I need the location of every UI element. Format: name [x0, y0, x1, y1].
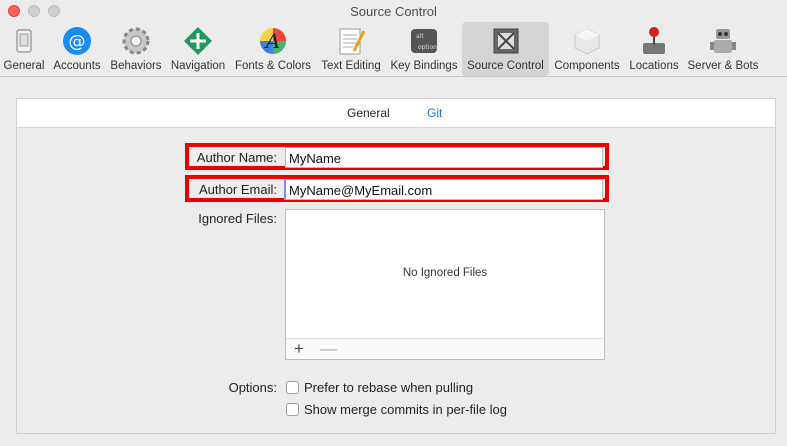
rebase-checkbox[interactable] — [286, 381, 299, 394]
ignored-files-label: Ignored Files: — [198, 211, 277, 226]
components-icon — [570, 24, 604, 58]
tab-bar: General Git — [17, 99, 775, 128]
toolbar-item-components[interactable]: Components — [551, 22, 623, 76]
toolbar-item-general[interactable]: General — [2, 22, 46, 76]
preferences-toolbar: General @ Accounts Behaviors Navigation … — [0, 22, 787, 76]
source-control-panel: General Git Author Name: MyName Author E… — [16, 98, 776, 434]
rebase-option-label[interactable]: Prefer to rebase when pulling — [304, 380, 473, 395]
window-title: Source Control — [350, 4, 437, 19]
source-control-icon — [489, 24, 523, 58]
text-editing-icon — [334, 24, 368, 58]
author-name-field[interactable]: MyName — [285, 147, 603, 168]
toolbar-item-behaviors[interactable]: Behaviors — [108, 22, 164, 76]
accounts-at-icon: @ — [60, 24, 94, 58]
toolbar-item-key-bindings[interactable]: alt option Key Bindings — [388, 22, 460, 76]
svg-text:A: A — [264, 29, 280, 53]
svg-text:option: option — [418, 44, 437, 51]
locations-joystick-icon — [637, 24, 671, 58]
title-bar: Source Control — [0, 0, 787, 22]
navigation-arrows-icon — [181, 24, 215, 58]
author-email-label: Author Email: — [198, 182, 277, 197]
svg-text:alt: alt — [416, 33, 424, 40]
author-name-label: Author Name: — [196, 150, 277, 165]
fonts-colors-icon: A — [256, 24, 290, 58]
toolbar-item-accounts[interactable]: @ Accounts — [50, 22, 104, 76]
general-switch-icon — [7, 24, 41, 58]
tab-general[interactable]: General — [347, 106, 390, 120]
toolbar-item-text-editing[interactable]: Text Editing — [318, 22, 384, 76]
toolbar-separator — [0, 76, 787, 77]
merge-commits-option-label[interactable]: Show merge commits in per-file log — [304, 402, 507, 417]
toolbar-item-server-bots[interactable]: Server & Bots — [684, 22, 762, 76]
toolbar-item-fonts-colors[interactable]: A Fonts & Colors — [232, 22, 314, 76]
ignored-files-empty-text: No Ignored Files — [402, 267, 488, 279]
toolbar-item-locations[interactable]: Locations — [626, 22, 682, 76]
behaviors-gear-icon — [119, 24, 153, 58]
server-bots-icon — [706, 24, 740, 58]
ignored-files-list[interactable]: No Ignored Files + — — [285, 209, 605, 360]
key-bindings-icon: alt option — [407, 24, 441, 58]
merge-commits-checkbox[interactable] — [286, 403, 299, 416]
svg-text:@: @ — [69, 32, 86, 52]
ignored-files-toolbar: + — — [286, 338, 604, 359]
remove-ignored-file-button[interactable]: — — [320, 339, 337, 359]
toolbar-item-navigation[interactable]: Navigation — [168, 22, 228, 76]
author-email-field[interactable]: MyName@MyEmail.com — [284, 179, 603, 200]
options-label: Options: — [228, 380, 277, 395]
add-ignored-file-button[interactable]: + — [294, 339, 304, 359]
toolbar-item-source-control[interactable]: Source Control — [462, 22, 549, 76]
tab-git[interactable]: Git — [427, 106, 442, 120]
